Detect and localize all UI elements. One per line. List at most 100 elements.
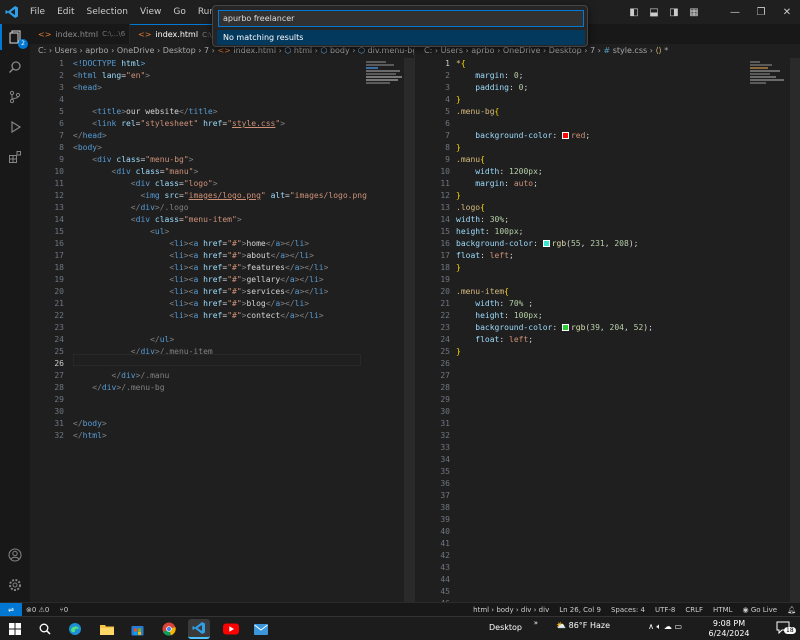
code-area[interactable]: <!DOCTYPE html> <html lang="en"> <head> <t…: [73, 58, 367, 442]
code-line[interactable]: <title>our website</title>: [73, 106, 367, 118]
crumb[interactable]: OneDrive: [503, 46, 541, 55]
code-line[interactable]: height: 100px;: [456, 310, 653, 322]
html-editor[interactable]: 1 2 3 4 5 6 7 8 9 10 11 12 13 14 15 16 17 18 19 20 21 22 23 24 2…: [30, 58, 414, 602]
ports-indicator[interactable]: ⑂0: [60, 606, 69, 614]
code-line[interactable]: <html lang="en">: [73, 70, 367, 82]
tab-index-html-6[interactable]: <> index.html C:\...\6: [30, 24, 130, 44]
code-line[interactable]: <!DOCTYPE html>: [73, 58, 367, 70]
close-button[interactable]: ✕: [774, 7, 800, 18]
code-line[interactable]: <li><a href="#">contect</a></li>: [73, 310, 367, 322]
code-line[interactable]: <li><a href="#">features</a></li>: [73, 262, 367, 274]
code-line[interactable]: .manu{: [456, 154, 653, 166]
code-line[interactable]: <div class="menu-bg">: [73, 154, 367, 166]
notification-center-icon[interactable]: 18: [776, 621, 796, 635]
code-line[interactable]: height: 100px;: [456, 226, 653, 238]
chrome-browser-icon[interactable]: [158, 619, 180, 639]
code-line[interactable]: width: 30%;: [456, 214, 653, 226]
crumb[interactable]: C:: [38, 46, 46, 55]
crumb[interactable]: Users: [55, 46, 77, 55]
microsoft-store-icon[interactable]: [126, 619, 148, 639]
code-line[interactable]: <li><a href="#">home</a></li>: [73, 238, 367, 250]
menu-edit[interactable]: Edit: [51, 0, 80, 24]
menu-go[interactable]: Go: [167, 0, 191, 24]
code-line[interactable]: .menu-bg{: [456, 106, 653, 118]
notifications-bell-icon[interactable]: 🔔︎: [787, 603, 796, 617]
code-line[interactable]: </div>/.manu: [73, 370, 367, 382]
crumb[interactable]: *: [664, 46, 668, 55]
code-line[interactable]: [73, 322, 367, 334]
code-line[interactable]: .logo{: [456, 202, 653, 214]
windows-start-icon[interactable]: [4, 619, 26, 639]
code-area[interactable]: *{ margin: 0; padding: 0;} .menu-bg{ back…: [456, 58, 653, 358]
crumb[interactable]: OneDrive: [117, 46, 155, 55]
code-line[interactable]: }: [456, 142, 653, 154]
crumb[interactable]: body: [330, 46, 350, 55]
menu-view[interactable]: View: [134, 0, 167, 24]
minimap[interactable]: [366, 60, 408, 96]
crumb[interactable]: html: [294, 46, 312, 55]
code-line[interactable]: <head>: [73, 82, 367, 94]
show-desktop-label[interactable]: Desktop: [489, 623, 522, 632]
toggle-panel-icon[interactable]: ⬓: [644, 7, 664, 18]
code-line[interactable]: </div>/.menu-bg: [73, 382, 367, 394]
code-line[interactable]: <ul>: [73, 226, 367, 238]
code-line[interactable]: [456, 274, 653, 286]
go-live-button[interactable]: ◉ Go Live: [743, 603, 778, 617]
code-line[interactable]: [73, 94, 367, 106]
weather-widget[interactable]: ⛅ 86°F Haze: [556, 621, 610, 630]
accounts-icon[interactable]: [0, 542, 30, 568]
taskbar-search-icon[interactable]: [34, 619, 56, 639]
minimize-button[interactable]: —: [722, 7, 748, 18]
search-icon[interactable]: [0, 54, 30, 80]
code-line[interactable]: width: 1200px;: [456, 166, 653, 178]
crumb[interactable]: aprbo: [85, 46, 108, 55]
encoding[interactable]: UTF-8: [655, 603, 675, 617]
code-line[interactable]: }: [456, 262, 653, 274]
code-line[interactable]: }: [456, 94, 653, 106]
code-line[interactable]: float: left;: [456, 334, 653, 346]
code-line[interactable]: width: 70% ;: [456, 298, 653, 310]
code-line[interactable]: float: left;: [456, 250, 653, 262]
crumb[interactable]: 7: [204, 46, 209, 55]
code-line[interactable]: margin: auto;: [456, 178, 653, 190]
code-line[interactable]: <li><a href="#">about</a></li>: [73, 250, 367, 262]
vscode-taskbar-icon[interactable]: [188, 619, 210, 639]
code-line[interactable]: </head>: [73, 130, 367, 142]
youtube-icon[interactable]: [220, 619, 242, 639]
crumb[interactable]: index.html: [233, 46, 276, 55]
crumb[interactable]: Desktop: [163, 46, 196, 55]
code-line[interactable]: *{: [456, 58, 653, 70]
status-breadcrumb[interactable]: html › body › div › div: [473, 603, 549, 617]
indentation[interactable]: Spaces: 4: [611, 603, 645, 617]
minimap[interactable]: [750, 60, 792, 96]
code-line[interactable]: <li><a href="#">blog</a></li>: [73, 298, 367, 310]
source-control-icon[interactable]: [0, 84, 30, 110]
extensions-icon[interactable]: [0, 144, 30, 170]
code-line[interactable]: background-color: red;: [456, 130, 653, 142]
code-line[interactable]: }: [456, 346, 653, 358]
code-line[interactable]: <img src="images/logo.png" alt="images/l…: [73, 190, 366, 202]
end-of-line[interactable]: CRLF: [685, 603, 703, 617]
code-line[interactable]: </html>: [73, 430, 367, 442]
crumb[interactable]: Users: [441, 46, 463, 55]
code-line[interactable]: <link rel="stylesheet" href="style.css">: [73, 118, 367, 130]
customize-layout-icon[interactable]: ▦: [684, 7, 704, 18]
clock[interactable]: 9:08 PM 6/24/2024: [694, 619, 764, 639]
chevron-double-up-icon[interactable]: »: [534, 619, 538, 627]
code-line[interactable]: padding: 0;: [456, 82, 653, 94]
edge-browser-icon[interactable]: [64, 619, 86, 639]
crumb[interactable]: C:: [424, 46, 432, 55]
problems-indicator[interactable]: ⊗0 ⚠0: [26, 606, 49, 614]
toggle-primary-sidebar-icon[interactable]: ◧: [624, 7, 644, 18]
code-line[interactable]: <li><a href="#">gellary</a></li>: [73, 274, 367, 286]
vertical-scrollbar[interactable]: [790, 58, 800, 602]
crumb[interactable]: aprbo: [471, 46, 494, 55]
code-line[interactable]: <li><a href="#">services</a></li>: [73, 286, 367, 298]
editor-split-divider[interactable]: [414, 44, 415, 602]
remote-icon[interactable]: ⇌: [0, 603, 22, 617]
code-line[interactable]: <div class="manu">: [73, 166, 367, 178]
crumb[interactable]: style.css: [613, 46, 647, 55]
code-line[interactable]: <div class="menu-item">: [73, 214, 367, 226]
menu-selection[interactable]: Selection: [81, 0, 134, 24]
code-line[interactable]: </body>: [73, 418, 367, 430]
